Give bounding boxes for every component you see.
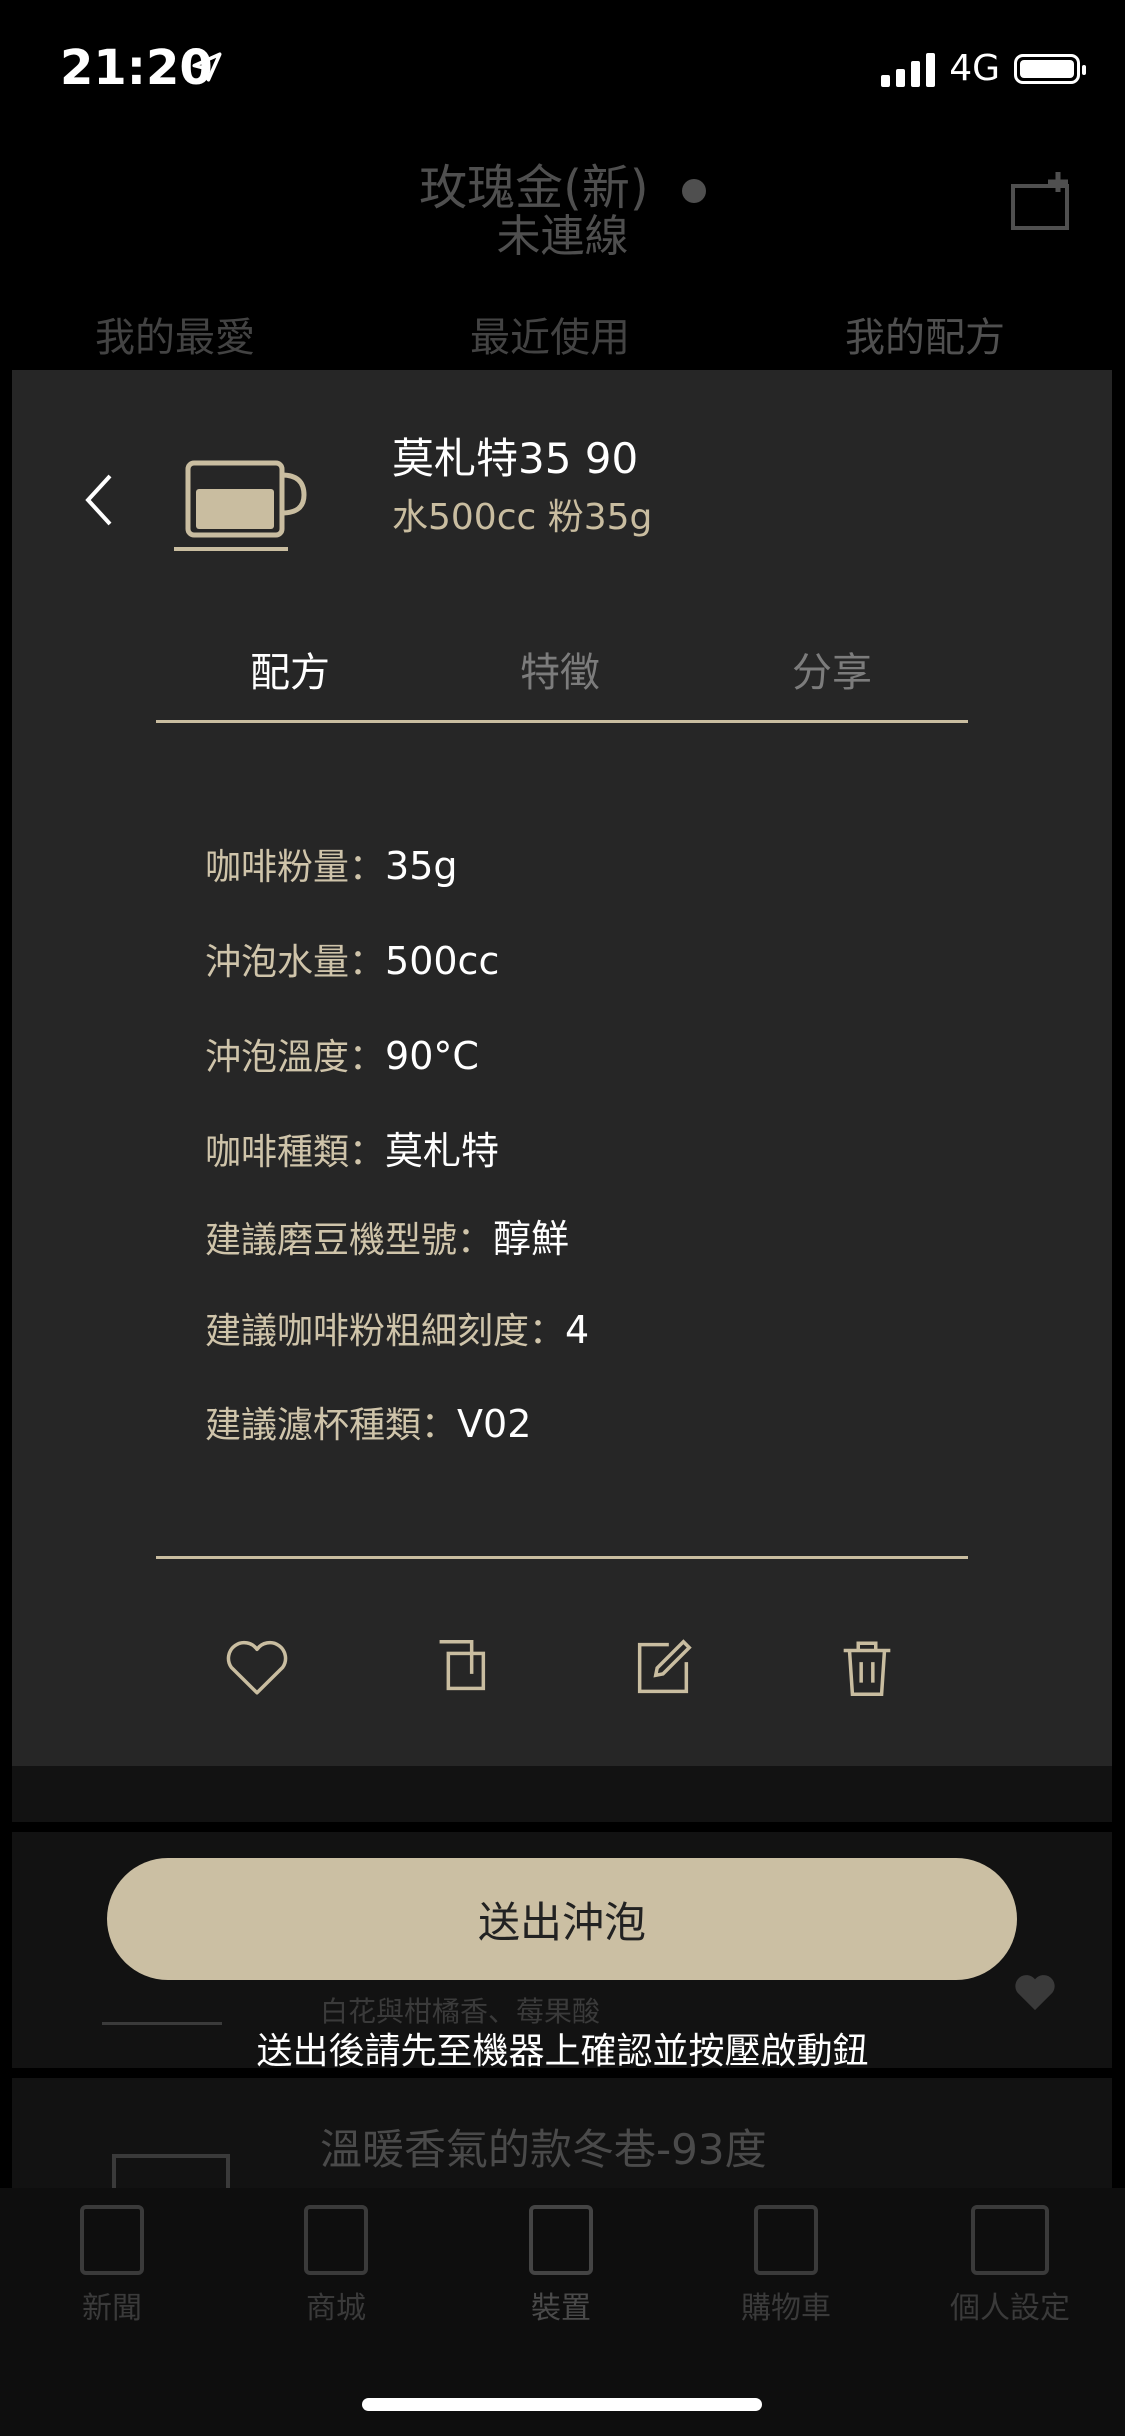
bg-item-title: 溫暖香氣的款冬巷-93度 [320,2125,767,2174]
copy-icon[interactable] [425,1633,495,1703]
tab-share[interactable]: 分享 [732,640,932,698]
bg-tab-favorites[interactable]: 我的最愛 [95,305,255,363]
detail-value: 90°C [385,1034,479,1078]
brew-button[interactable]: 送出沖泡 [107,1858,1017,1980]
store-icon [304,2205,368,2275]
battery-icon [1014,53,1086,84]
detail-value: 莫札特 [385,1129,500,1173]
device-icon [529,2205,593,2275]
bg-heart-icon[interactable] [1012,1972,1058,2016]
heart-icon[interactable] [222,1633,292,1703]
home-indicator[interactable] [362,2398,762,2411]
detail-row-powder: 咖啡粉量：35g [205,838,458,890]
detail-row-filter: 建議濾杯種類：V02 [205,1396,531,1448]
detail-label: 沖泡水量： [205,942,386,983]
profile-icon [971,2205,1049,2275]
nav-device-label: 裝置 [531,2291,591,2326]
detail-label: 建議濾杯種類： [205,1405,458,1446]
detail-label: 建議咖啡粉粗細刻度： [205,1311,566,1352]
cart-icon [754,2205,818,2275]
detail-row-grinder: 建議磨豆機型號：醇鮮 [205,1208,569,1263]
nav-profile-label: 個人設定 [950,2291,1070,2326]
tab-features[interactable]: 特徵 [460,640,660,698]
nav-profile[interactable]: 個人設定 [940,2205,1080,2327]
detail-value: 4 [565,1308,590,1352]
brew-button-label: 送出沖泡 [477,1897,646,1947]
detail-row-water: 沖泡水量：500cc [205,933,499,985]
location-icon [190,50,224,88]
device-status: 未連線 [496,211,629,262]
trash-icon[interactable] [832,1633,902,1703]
coffee-cup-icon [170,455,310,555]
recipe-summary: 水500cc 粉35g [392,497,653,538]
detail-value: 醇鮮 [493,1217,570,1261]
detail-label: 沖泡溫度： [205,1037,386,1078]
detail-row-coffee-type: 咖啡種類：莫札特 [205,1120,499,1175]
nav-news-label: 新聞 [82,2291,142,2326]
recipe-name: 莫札特35 90 [392,434,639,483]
nav-news[interactable]: 新聞 [42,2205,182,2327]
detail-row-grind-size: 建議咖啡粉粗細刻度：4 [205,1302,589,1354]
bg-tab-recent[interactable]: 最近使用 [470,305,630,363]
nav-cart-label: 購物車 [741,2291,831,2326]
bg-list-card-3[interactable]: 溫暖香氣的款冬巷-93度 [12,2078,1112,2198]
detail-label: 建議磨豆機型號： [205,1220,494,1261]
status-right: 4G [881,48,1086,89]
signal-icon [881,51,936,87]
bg-list-card-1[interactable] [12,1766,1112,1822]
tab-recipe[interactable]: 配方 [190,640,390,698]
actions-divider [156,1556,968,1559]
detail-value: 35g [385,844,458,888]
detail-value: 500cc [385,939,500,983]
tab-underline [156,720,968,723]
nav-store[interactable]: 商城 [266,2205,406,2327]
detail-label: 咖啡粉量： [205,847,386,888]
network-label: 4G [949,48,1000,89]
add-device-icon[interactable] [1010,170,1072,232]
detail-row-temperature: 沖泡溫度：90°C [205,1028,479,1080]
edit-icon[interactable] [628,1633,698,1703]
nav-store-label: 商城 [306,2291,366,2326]
nav-cart[interactable]: 購物車 [716,2205,856,2327]
bg-tab-my-recipes[interactable]: 我的配方 [845,305,1005,363]
back-icon[interactable] [80,470,120,530]
nav-device[interactable]: 裝置 [491,2205,631,2327]
detail-label: 咖啡種類： [205,1132,386,1173]
news-icon [80,2205,144,2275]
brew-note: 送出後請先至機器上確認並按壓啟動鈕 [256,2031,869,2072]
detail-value: V02 [457,1402,532,1446]
